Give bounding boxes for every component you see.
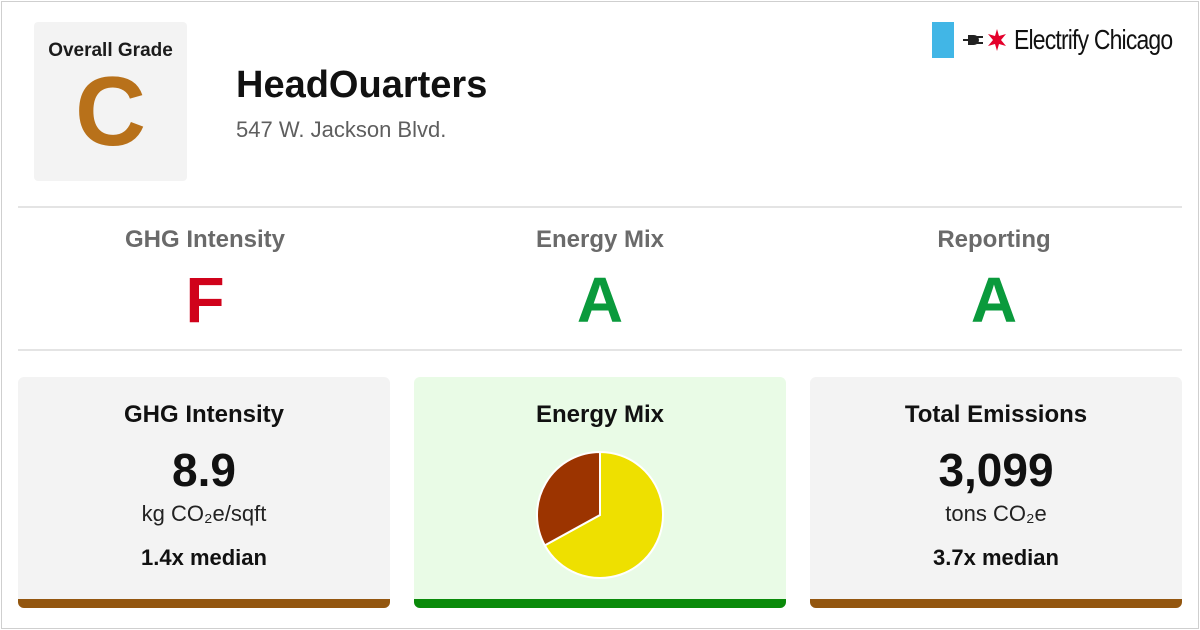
total-emissions-card: Total Emissions 3,099 tons CO₂e 3.7x med… — [810, 377, 1182, 608]
subgrade-reporting: Reporting A — [797, 226, 1191, 332]
ghg-intensity-card: GHG Intensity 8.9 kg CO₂e/sqft 1.4x medi… — [18, 377, 390, 608]
card-title: GHG Intensity — [123, 401, 285, 428]
subgrade-letter: F — [185, 264, 225, 336]
ghg-intensity-median: 1.4x median — [141, 545, 267, 570]
total-emissions-value: 3,099 — [938, 444, 1054, 496]
energy-mix-card: Energy Mix — [414, 377, 786, 608]
subgrade-label: Reporting — [937, 226, 1051, 253]
total-emissions-unit: tons CO₂e — [945, 501, 1047, 526]
divider-top — [18, 206, 1182, 208]
subgrade-letter: A — [576, 264, 624, 336]
card-title: Total Emissions — [904, 401, 1088, 428]
subgrade-label: Energy Mix — [535, 226, 665, 253]
overall-grade-letter: C — [75, 56, 146, 166]
electrify-chicago-logo[interactable]: Electrify Chicago — [932, 22, 1200, 58]
energy-mix-pie-chart — [536, 450, 664, 579]
plug-icon — [963, 35, 983, 45]
subgrade-letter: A — [970, 264, 1018, 336]
subgrade-ghg-intensity: GHG Intensity F — [8, 226, 402, 332]
card-accent-bar — [18, 599, 390, 608]
logo-text: Electrify Chicago — [1014, 24, 1173, 55]
ghg-intensity-unit: kg CO₂e/sqft — [141, 501, 267, 526]
building-address: 547 W. Jackson Blvd. — [236, 117, 447, 142]
ghg-intensity-value: 8.9 — [172, 444, 236, 496]
chicago-star-icon — [988, 29, 1006, 51]
building-name: HeadOuarters — [236, 64, 488, 106]
subgrade-label: GHG Intensity — [124, 226, 286, 253]
card-accent-bar — [414, 599, 786, 608]
card-title: Energy Mix — [535, 401, 665, 428]
card-accent-bar — [810, 599, 1182, 608]
subgrade-energy-mix: Energy Mix A — [403, 226, 797, 332]
overall-grade-box: Overall Grade C — [34, 22, 187, 181]
total-emissions-median: 3.7x median — [933, 545, 1059, 570]
divider-middle — [18, 349, 1182, 351]
flag-stripe-icon — [932, 22, 954, 58]
